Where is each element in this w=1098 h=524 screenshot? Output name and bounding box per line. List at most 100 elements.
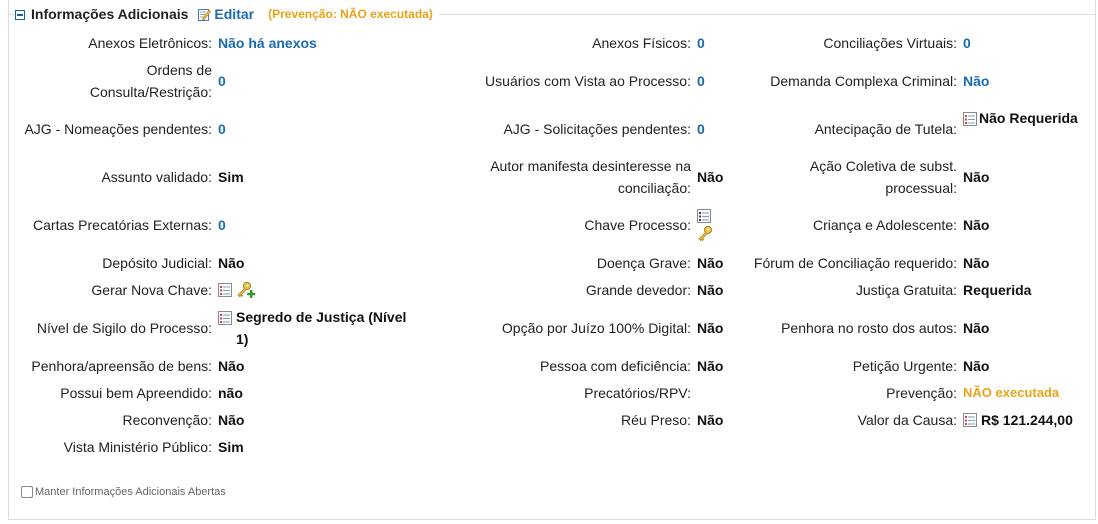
prevention-note: (Prevenção: NÃO executada) xyxy=(268,7,433,21)
value-cartas-precatorias[interactable]: 0 xyxy=(212,203,412,247)
label-penhora-apreensao: Penhora/apreensão de bens: xyxy=(31,358,212,374)
label-gerar-nova-chave: Gerar Nova Chave: xyxy=(91,282,212,298)
label-anexos-eletronicos: Anexos Eletrônicos: xyxy=(88,35,212,51)
key-add-icon[interactable] xyxy=(236,281,256,299)
label-doenca-grave: Doença Grave: xyxy=(596,255,691,271)
value-reu-preso: Não xyxy=(697,412,724,428)
label-peticao-urgente: Petição Urgente: xyxy=(852,358,957,374)
label-prevencao: Prevenção: xyxy=(886,385,957,401)
value-deposito-judicial: Não xyxy=(218,255,245,271)
value-penhora-apreensao: Não xyxy=(218,358,245,374)
value-reconvencao: Não xyxy=(218,412,245,428)
info-row: Reconvenção: Não Réu Preso: Não Valor da… xyxy=(9,409,1097,431)
value-vista-mp: Sim xyxy=(218,439,244,455)
label-justica-gratuita: Justiça Gratuita: xyxy=(855,282,957,298)
keep-open-option[interactable]: Manter Informações Adicionais Abertas xyxy=(21,486,226,498)
label-nivel-sigilo: Nível de Sigilo do Processo: xyxy=(36,320,212,336)
info-row: Ordens de Consulta/Restrição: 0 Usuários… xyxy=(9,59,1097,103)
label-acao-coletiva: Ação Coletiva de subst. processual: xyxy=(809,158,957,196)
label-deposito-judicial: Depósito Judicial: xyxy=(102,255,212,271)
value-crianca-adolescente: Não xyxy=(963,217,990,233)
label-reconvencao: Reconvenção: xyxy=(122,412,212,428)
label-grande-devedor: Grande devedor: xyxy=(585,282,691,298)
label-crianca-adolescente: Criança e Adolescente: xyxy=(813,217,957,233)
value-assunto-validado: Sim xyxy=(218,169,244,185)
value-usuarios-vista[interactable]: 0 xyxy=(691,59,751,103)
label-assunto-validado: Assunto validado: xyxy=(101,169,212,185)
label-ordens-consulta: Ordens de Consulta/Restrição: xyxy=(89,62,212,100)
value-bem-apreendido: não xyxy=(218,385,243,401)
value-doenca-grave: Não xyxy=(697,255,724,271)
value-penhora-rosto: Não xyxy=(963,320,990,336)
label-ajg-nomeacoes: AJG - Nomeações pendentes: xyxy=(24,121,212,137)
key-icon[interactable] xyxy=(697,225,713,241)
panel-legend: Informações Adicionais Editar (Prevenção… xyxy=(15,4,439,24)
value-prevencao: NÃO executada xyxy=(963,385,1060,400)
label-ajg-solicitacoes: AJG - Solicitações pendentes: xyxy=(503,121,691,137)
value-valor-causa: R$ 121.244,00 xyxy=(981,412,1073,428)
value-grande-devedor: Não xyxy=(697,282,724,298)
value-justica-gratuita: Requerida xyxy=(963,282,1032,298)
details-icon[interactable] xyxy=(697,209,711,223)
info-row: Cartas Precatórias Externas: 0 Chave Pro… xyxy=(9,203,1097,247)
panel-title: Informações Adicionais xyxy=(31,6,189,22)
nivel-sigilo-wrap: Segredo de Justiça (Nível 1) xyxy=(212,306,407,350)
value-ordens-consulta[interactable]: 0 xyxy=(212,59,412,103)
collapse-icon[interactable] xyxy=(15,10,25,20)
label-penhora-rosto: Penhora no rosto dos autos: xyxy=(781,320,957,336)
info-row: Assunto validado: Sim Autor manifesta de… xyxy=(9,155,1097,199)
info-row: Gerar Nova Chave: Grande devedor: Não Ju… xyxy=(9,279,1097,301)
label-anexos-fisicos: Anexos Físicos: xyxy=(592,35,691,51)
label-autor-desinteresse: Autor manifesta desinteresse na concilia… xyxy=(490,158,691,196)
value-peticao-urgente: Não xyxy=(963,358,990,374)
additional-info-panel: Informações Adicionais Editar (Prevenção… xyxy=(8,0,1096,520)
edit-icon xyxy=(198,8,212,21)
value-ajg-solicitacoes[interactable]: 0 xyxy=(691,107,751,151)
label-cartas-precatorias: Cartas Precatórias Externas: xyxy=(33,217,212,233)
value-autor-desinteresse: Não xyxy=(697,169,724,185)
label-conciliacoes-virtuais: Conciliações Virtuais: xyxy=(823,35,957,51)
value-pessoa-deficiencia: Não xyxy=(697,358,724,374)
value-forum-conciliacao: Não xyxy=(963,255,990,271)
label-vista-mp: Vista Ministério Público: xyxy=(63,439,212,455)
label-usuarios-vista: Usuários com Vista ao Processo: xyxy=(485,73,691,89)
value-acao-coletiva: Não xyxy=(963,169,990,185)
info-row: Depósito Judicial: Não Doença Grave: Não… xyxy=(9,252,1097,274)
value-antecipacao-tutela-wrap: Não Requerida xyxy=(957,107,1097,151)
valor-causa-wrap: R$ 121.244,00 xyxy=(957,409,1097,431)
label-precatorios-rpv: Precatórios/RPV: xyxy=(584,385,691,401)
info-row: Anexos Eletrônicos: Não há anexos Anexos… xyxy=(9,32,1097,54)
details-icon[interactable] xyxy=(218,311,232,325)
edit-link[interactable]: Editar xyxy=(198,6,254,22)
info-row: Vista Ministério Público: Sim xyxy=(9,436,1097,458)
value-nivel-sigilo: Segredo de Justiça (Nível 1) xyxy=(236,309,407,347)
label-bem-apreendido: Possui bem Apreendido: xyxy=(60,385,212,401)
value-precatorios-rpv xyxy=(691,382,751,404)
info-row: Nível de Sigilo do Processo: Segredo de … xyxy=(9,306,1097,350)
value-anexos-fisicos[interactable]: 0 xyxy=(691,32,751,54)
label-valor-causa: Valor da Causa: xyxy=(857,412,957,428)
details-icon[interactable] xyxy=(963,413,977,427)
label-juizo-digital: Opção por Juízo 100% Digital: xyxy=(501,320,691,336)
value-anexos-eletronicos[interactable]: Não há anexos xyxy=(212,32,412,54)
info-row: AJG - Nomeações pendentes: 0 AJG - Solic… xyxy=(9,107,1097,151)
label-forum-conciliacao: Fórum de Conciliação requerido: xyxy=(753,255,957,271)
label-chave-processo: Chave Processo: xyxy=(584,217,691,233)
label-antecipacao-tutela: Antecipação de Tutela: xyxy=(814,121,957,137)
value-juizo-digital: Não xyxy=(697,320,724,336)
gerar-nova-chave-icons xyxy=(212,279,412,301)
edit-label: Editar xyxy=(214,6,255,22)
value-conciliacoes-virtuais[interactable]: 0 xyxy=(957,32,1097,54)
details-icon[interactable] xyxy=(963,112,977,126)
label-demanda-complexa: Demanda Complexa Criminal: xyxy=(770,73,957,89)
value-ajg-nomeacoes[interactable]: 0 xyxy=(212,107,412,151)
info-row: Penhora/apreensão de bens: Não Pessoa co… xyxy=(9,355,1097,377)
keep-open-checkbox[interactable] xyxy=(21,486,33,498)
value-demanda-complexa[interactable]: Não xyxy=(957,59,1097,103)
value-antecipacao-tutela: Não Requerida xyxy=(979,110,1078,126)
details-icon[interactable] xyxy=(218,283,232,297)
label-reu-preso: Réu Preso: xyxy=(620,412,691,428)
keep-open-label[interactable]: Manter Informações Adicionais Abertas xyxy=(35,486,226,498)
info-row: Possui bem Apreendido: não Precatórios/R… xyxy=(9,382,1097,404)
chave-processo-icons xyxy=(691,203,751,247)
